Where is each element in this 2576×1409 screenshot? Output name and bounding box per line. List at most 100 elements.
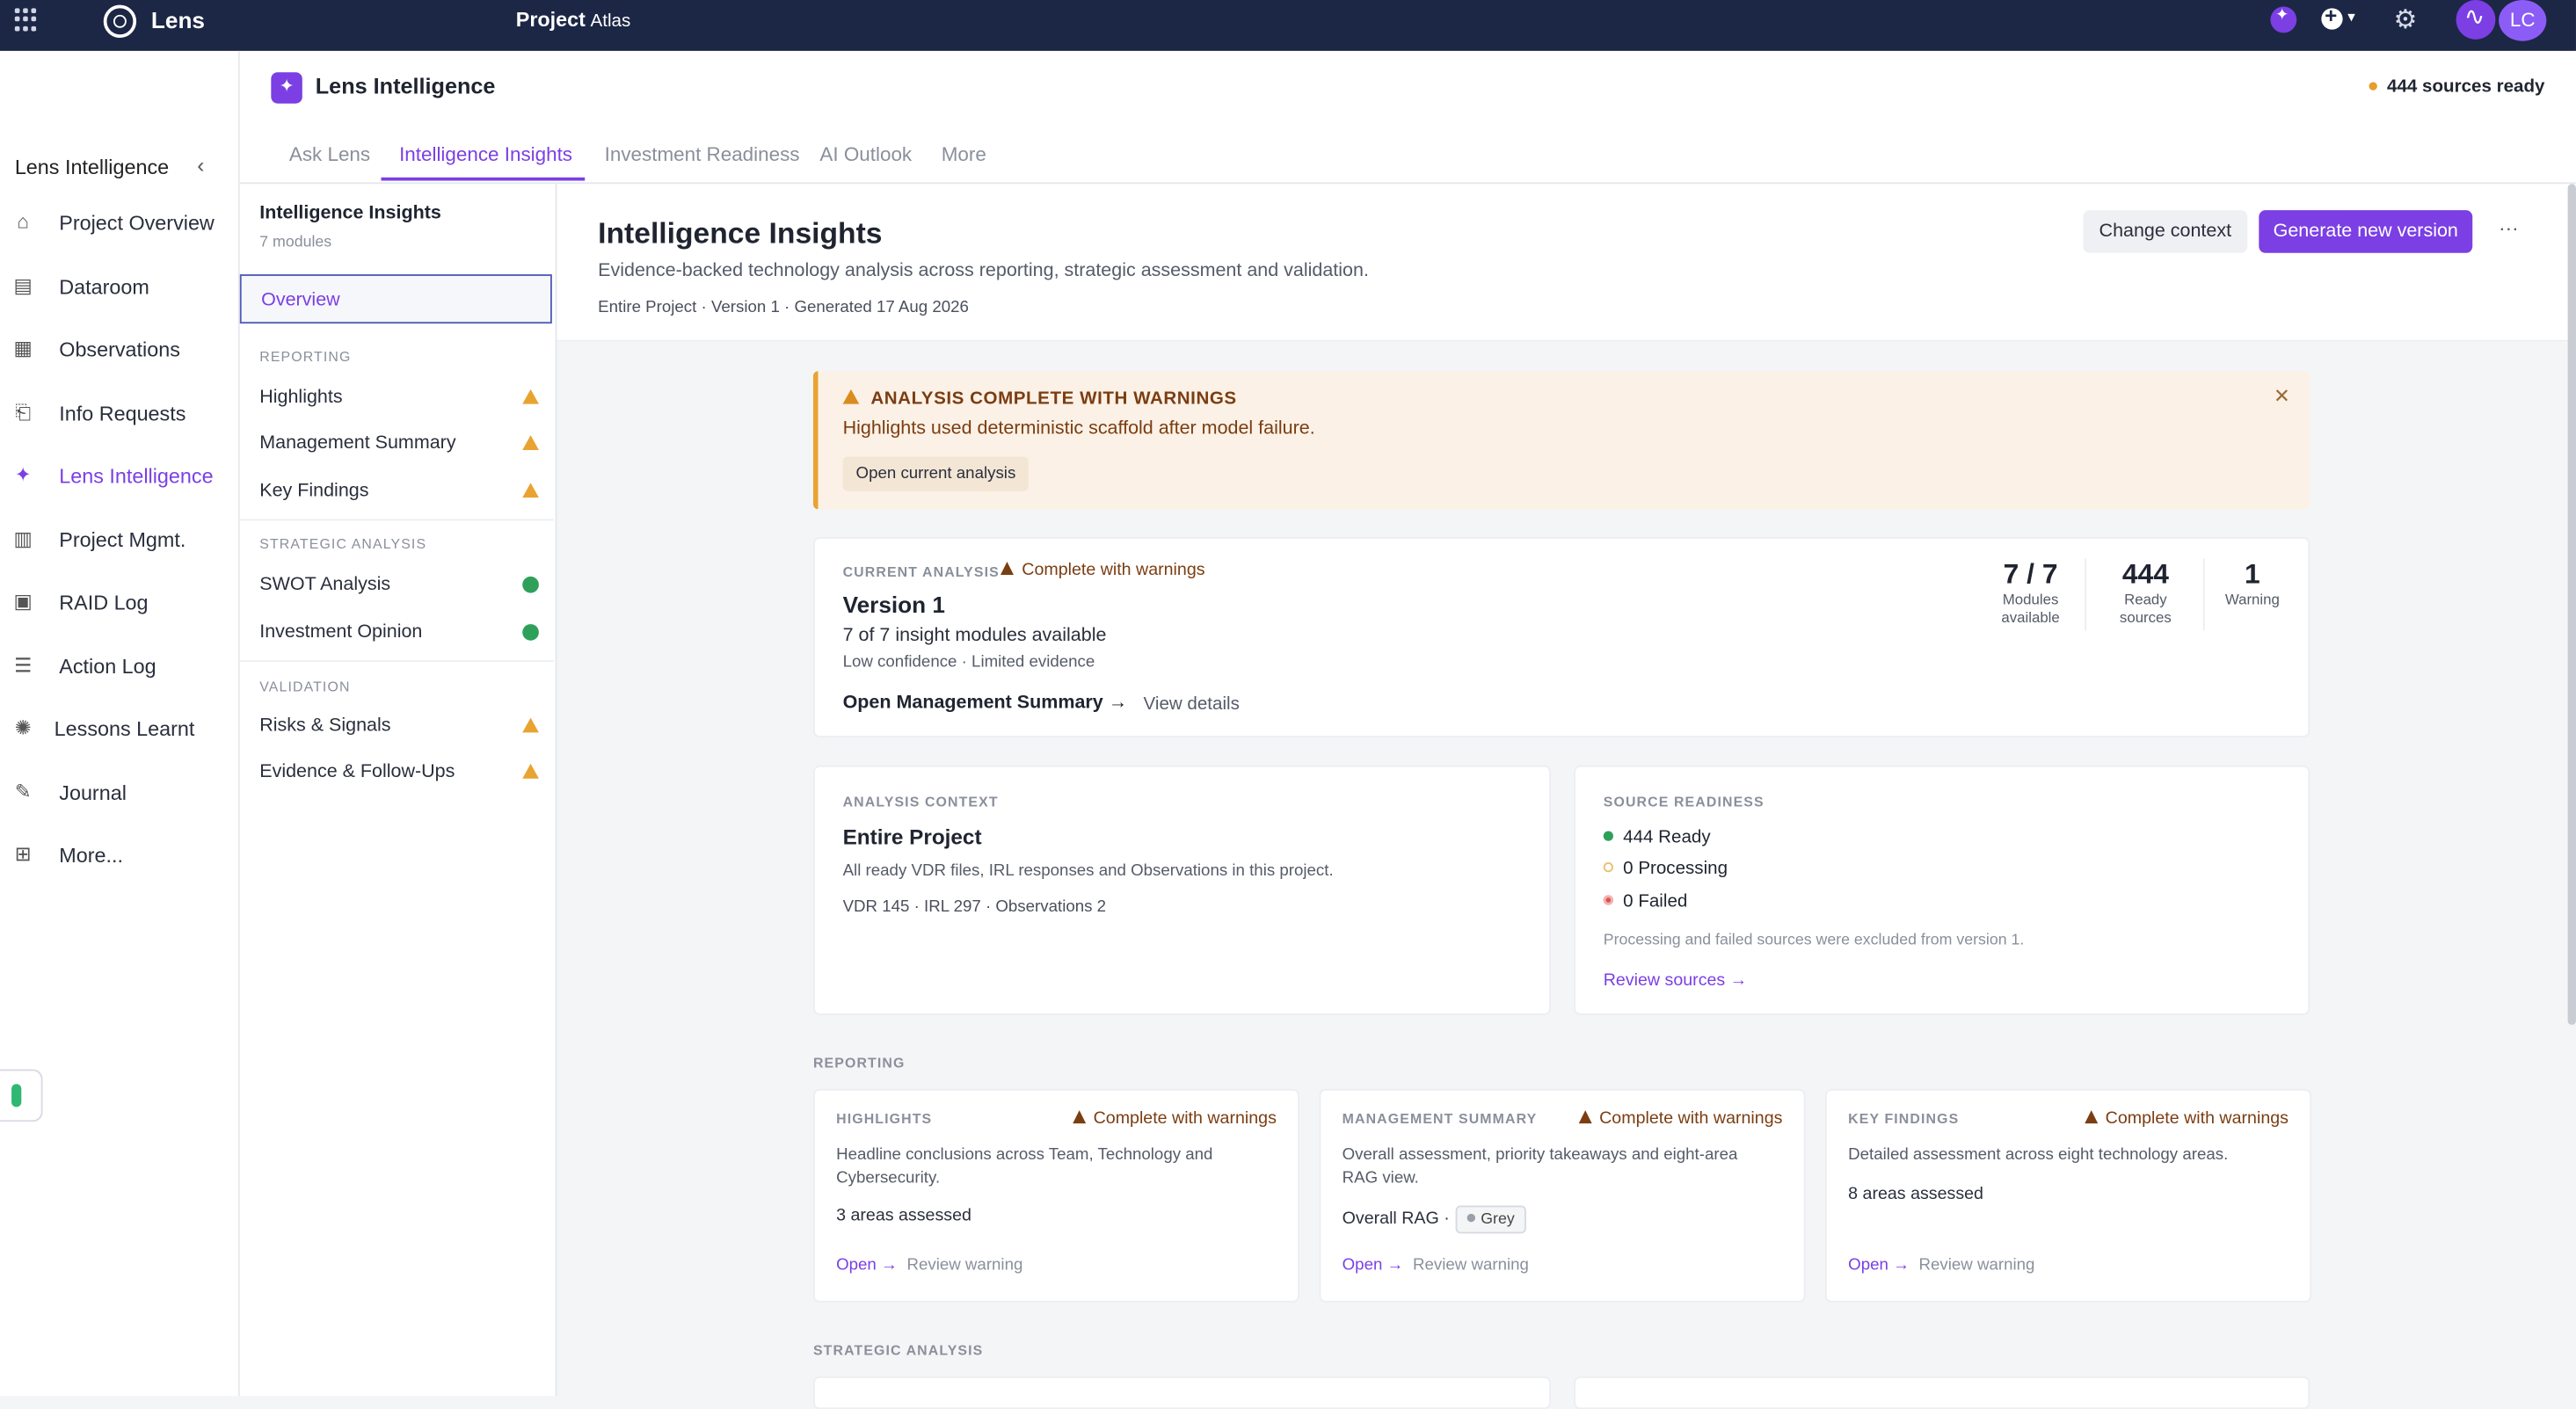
version-title: Version 1 (842, 591, 945, 618)
card-open-link[interactable]: Open → (836, 1256, 898, 1275)
ready-label: 444 Ready (1623, 827, 1711, 848)
module-item[interactable]: SWOT Analysis (259, 575, 539, 594)
status-badge: Complete with warnings (1072, 1108, 1277, 1128)
scrollbar[interactable] (2567, 184, 2576, 1026)
module-item-label: Risks & Signals (259, 715, 391, 737)
lens-logo-icon[interactable] (103, 4, 137, 38)
module-item[interactable]: Investment Opinion (259, 622, 539, 643)
stat-value: 444 (2121, 558, 2169, 590)
ready-count: 444 Ready (1603, 827, 1711, 848)
sidebar-item-label: RAID Log (59, 591, 149, 614)
modules-available: 7 of 7 insight modules available (842, 625, 1107, 646)
view-details-link[interactable]: View details (1144, 694, 1240, 714)
card-eyebrow: KEY FINDINGS (1848, 1110, 1960, 1127)
bulb-icon: ✺ (14, 715, 32, 739)
sidebar-item-raid-log[interactable]: ▣ RAID Log (0, 586, 238, 622)
sidebar-item-lens-intelligence[interactable]: ✦ Lens Intelligence (0, 460, 238, 496)
module-overview[interactable]: Overview (239, 274, 552, 324)
module-item[interactable]: Key Findings (259, 481, 539, 501)
card-eyebrow: MANAGEMENT SUMMARY (1342, 1110, 1538, 1127)
action-log-icon: ☰ (14, 653, 33, 677)
home-icon: ⌂ (17, 210, 29, 234)
card-open-link[interactable]: Open → (1343, 1256, 1404, 1275)
module-item-label: Evidence & Follow-Ups (259, 762, 455, 782)
sparkle-icon[interactable] (2270, 6, 2297, 33)
rag-badge: Grey (1456, 1205, 1526, 1234)
sidebar-item-action-log[interactable]: ☰ Action Log (0, 650, 238, 686)
gear-icon[interactable]: ⚙ (2394, 4, 2418, 36)
page-header: ✦ Lens Intelligence 444 sources ready (239, 50, 2576, 127)
tab-ai-outlook[interactable]: AI Outlook (819, 143, 912, 166)
open-current-analysis-button[interactable]: Open current analysis (842, 456, 1030, 491)
sidebar-item-observations[interactable]: ▦ Observations (0, 333, 238, 369)
module-item[interactable]: Risks & Signals (259, 716, 539, 736)
review-warning-link[interactable]: Review warning (906, 1256, 1022, 1275)
sidebar-item-more[interactable]: ⊞ More... (0, 839, 238, 875)
project-name: Atlas (590, 11, 631, 32)
tab-more[interactable]: More (942, 143, 986, 166)
module-item[interactable]: Highlights (259, 388, 539, 407)
open-management-summary-link[interactable]: Open Management Summary → (843, 694, 1128, 713)
activity-icon[interactable] (2456, 0, 2496, 40)
current-analysis-card: CURRENT ANALYSIS Complete with warnings … (812, 537, 2310, 738)
sidebar-item-lessons-learnt[interactable]: ✺ Lessons Learnt (0, 713, 238, 749)
brand-name[interactable]: Lens (151, 6, 205, 33)
top-bar: Lens ProjectAtlas ▾ ⚙ LC (0, 0, 2576, 51)
module-item-label: Management Summary (259, 433, 456, 454)
sidebar-item-info-requests[interactable]: ⎗ Info Requests (0, 397, 238, 433)
module-item[interactable]: Management Summary (259, 433, 539, 454)
failed-count: 0 Failed (1603, 892, 1687, 911)
feedback-tab[interactable] (0, 1069, 43, 1122)
stat-value: 1 (2245, 558, 2260, 590)
sidebar-item-dataroom[interactable]: ▤ Dataroom (0, 271, 238, 307)
collapse-icon[interactable]: ‹ (197, 153, 204, 178)
module-section-heading: REPORTING (259, 348, 352, 365)
card-stat-text: Overall RAG · (1342, 1209, 1450, 1229)
tab-ask-lens[interactable]: Ask Lens (289, 143, 370, 166)
module-item[interactable]: Evidence & Follow-Ups (259, 762, 539, 781)
strategic-analysis-heading: STRATEGIC ANALYSIS (812, 1341, 984, 1359)
card-open-link[interactable]: Open → (1848, 1256, 1910, 1275)
avatar[interactable]: LC (2499, 0, 2547, 41)
readiness-note: Processing and failed sources were exclu… (1603, 931, 2025, 950)
add-icon[interactable] (2321, 4, 2343, 30)
card-eyebrow: HIGHLIGHTS (836, 1110, 933, 1127)
reporting-card: MANAGEMENT SUMMARY Complete with warnings… (1319, 1088, 1806, 1303)
module-count: 7 modules (259, 233, 332, 251)
review-warning-link[interactable]: Review warning (1413, 1256, 1529, 1275)
change-context-button[interactable]: Change context (2083, 210, 2248, 253)
app-launcher-icon[interactable] (14, 8, 38, 31)
warning-icon (522, 717, 539, 733)
confidence-text: Low confidence · Limited evidence (842, 653, 1095, 672)
strategic-card (1574, 1376, 2310, 1409)
warning-icon (522, 389, 539, 404)
warning-icon (522, 483, 539, 498)
sidebar-item-project-mgmt[interactable]: ▥ Project Mgmt. (0, 524, 238, 560)
card-description: Overall assessment, priority takeaways a… (1342, 1146, 1738, 1187)
review-warning-link[interactable]: Review warning (1919, 1256, 2035, 1275)
warning-icon (522, 763, 539, 779)
sidebar-item-label: Info Requests (59, 402, 186, 425)
divider (239, 660, 554, 663)
journal-icon: ✎ (14, 780, 32, 803)
strategic-card (812, 1376, 1551, 1409)
sidebar-item-project-overview[interactable]: ⌂ Project Overview (0, 207, 238, 243)
status-badge: Complete with warnings (1001, 560, 1204, 579)
card-description: Headline conclusions across Team, Techno… (836, 1146, 1213, 1187)
tab-intelligence-insights[interactable]: Intelligence Insights (399, 143, 572, 166)
module-item-label: Highlights (259, 387, 343, 408)
module-overview-label: Overview (261, 290, 340, 311)
observations-icon: ▦ (13, 337, 33, 360)
close-icon[interactable]: ✕ (2274, 384, 2290, 407)
tab-investment-readiness[interactable]: Investment Readiness (605, 143, 800, 166)
generate-version-button[interactable]: Generate new version (2259, 210, 2473, 253)
sidebar-item-journal[interactable]: ✎ Journal (0, 777, 238, 813)
review-sources-link[interactable]: Review sources → (1604, 970, 1748, 990)
more-options-button[interactable]: ··· (2489, 210, 2529, 253)
project-switcher[interactable]: Project Atlas (516, 8, 631, 31)
content-header: Intelligence Insights Evidence-backed te… (557, 184, 2576, 342)
stat-label: Modules (2002, 591, 2059, 608)
divider (2202, 558, 2205, 631)
chevron-down-icon[interactable]: ▾ (2347, 8, 2354, 26)
module-item-label: SWOT Analysis (259, 575, 391, 595)
